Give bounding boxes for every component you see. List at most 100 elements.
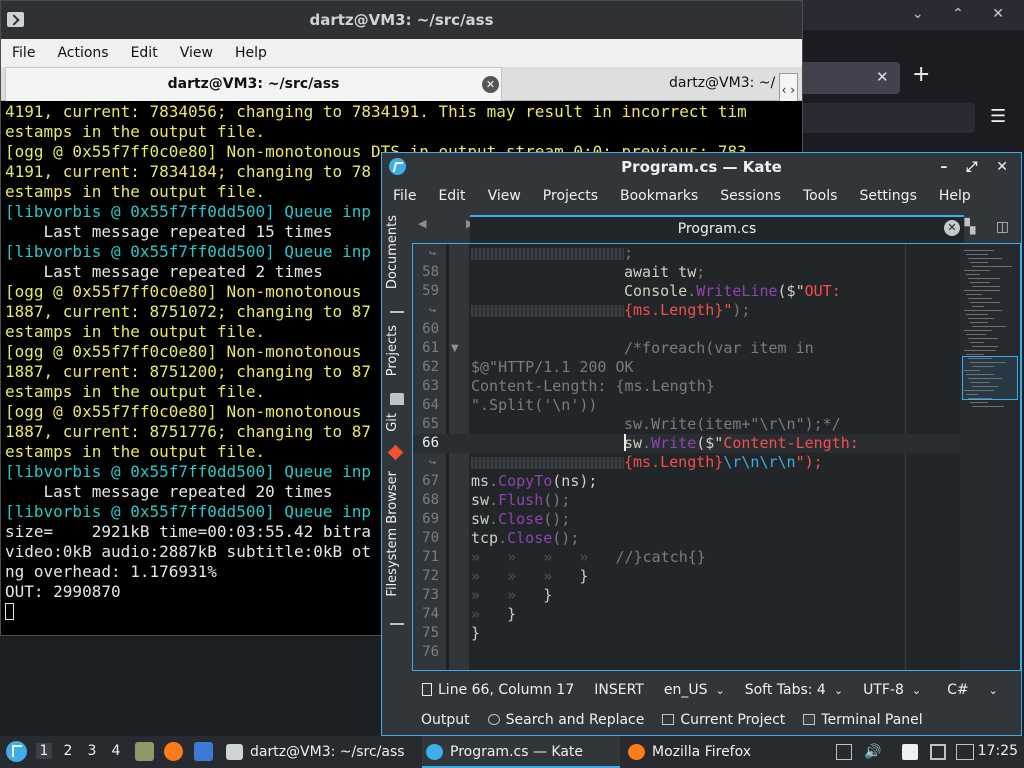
code-token: {ms.Length}"	[624, 301, 733, 319]
minimap-line	[964, 270, 990, 271]
firefox-tab[interactable]: ✕	[800, 62, 900, 94]
terminal-cursor	[5, 603, 14, 620]
code-text: sw.Close();	[471, 510, 570, 529]
file-manager-icon[interactable]	[135, 742, 154, 761]
menu-help[interactable]: Help	[928, 188, 982, 204]
menu-edit[interactable]: Edit	[120, 45, 169, 61]
minimap-line	[968, 338, 998, 339]
workspace-2[interactable]: 2	[60, 743, 76, 759]
toolview-output[interactable]: Output	[412, 712, 479, 728]
kate-title: Program.cs — Kate	[621, 158, 782, 176]
git-icon	[387, 444, 404, 461]
terminal-tabbar: dartz@VM3: ~/src/ass ✕ dartz@VM3: ~/ ‹ ›	[1, 67, 802, 101]
code-token: ms	[471, 472, 490, 490]
close-tab-icon[interactable]: ✕	[944, 220, 960, 236]
firefox-url-bar[interactable]	[800, 103, 975, 133]
kate-statusbar: Line 66, Column 17 INSERT en_US ⌄ Soft Ta…	[412, 675, 1021, 705]
encoding-label: UTF-8	[863, 682, 904, 698]
firefox-window-controls[interactable]: ⌄ ⌃ ✕	[912, 6, 1016, 22]
minimap-line	[966, 394, 978, 395]
task-terminal[interactable]: dartz@VM3: ~/src/ass	[222, 736, 422, 768]
code-token: ();	[543, 491, 571, 509]
menu-sessions[interactable]: Sessions	[709, 188, 792, 204]
network-icon[interactable]	[930, 744, 946, 760]
task-kate[interactable]: Program.cs — Kate	[422, 736, 620, 768]
minimap-line	[970, 362, 1006, 363]
line-number: 60	[422, 321, 439, 337]
tab-scroll-arrows-icon[interactable]: ‹ ›	[778, 73, 798, 101]
line-number: 59	[422, 283, 439, 299]
toolview-search-replace[interactable]: Search and Replace	[479, 712, 654, 728]
code-token: ($"	[777, 282, 805, 300]
sidebar-tab-projects[interactable]: Projects	[385, 325, 400, 376]
cursor-position-label: Line 66, Column 17	[438, 682, 575, 698]
dictionary-selector[interactable]: en_US ⌄	[654, 682, 735, 698]
upload-icon	[390, 301, 404, 313]
menu-bookmarks[interactable]: Bookmarks	[609, 188, 709, 204]
split-view-icons[interactable]: ▚ ◫	[965, 219, 1017, 235]
toolview-current-project[interactable]: Current Project	[653, 712, 794, 728]
terminal-tab-active[interactable]: dartz@VM3: ~/src/ass ✕	[5, 67, 502, 101]
code-token: Content-Length:	[723, 434, 859, 452]
menu-settings[interactable]: Settings	[848, 188, 927, 204]
workspace-3[interactable]: 3	[84, 743, 100, 759]
show-desktop-icon[interactable]	[194, 742, 213, 761]
hamburger-menu-icon[interactable]: ☰	[990, 106, 1006, 127]
indentation-selector[interactable]: Soft Tabs: 4 ⌄	[735, 682, 853, 698]
minimap-line	[972, 286, 1000, 287]
firefox-window: ⌄ ⌃ ✕ ✕ + ☰	[800, 0, 1024, 150]
code-lines[interactable]: ↪; 58 await tw; 59 Console.WriteLine($"OUT: ↪…	[413, 244, 963, 662]
notes-icon[interactable]	[902, 744, 918, 760]
terminal-tab-2[interactable]: dartz@VM3: ~/ ‹ ›	[503, 67, 800, 101]
encoding-selector[interactable]: UTF-8 ⌄	[853, 682, 931, 698]
menu-edit[interactable]: Edit	[427, 188, 476, 204]
menu-projects[interactable]: Projects	[532, 188, 609, 204]
sidebar-tab-documents[interactable]: Documents	[385, 215, 400, 289]
clipboard-icon[interactable]	[836, 744, 852, 760]
syntax-selector[interactable]: C# ⌄	[937, 682, 1008, 698]
workspace-1[interactable]: 1	[36, 743, 52, 759]
code-line: 67 ms.CopyTo(ns);	[413, 472, 963, 491]
cursor-position[interactable]: Line 66, Column 17	[412, 682, 584, 698]
code-line: 71 » » » » //}catch{}	[413, 548, 963, 567]
firefox-titlebar: ⌄ ⌃ ✕	[800, 0, 1024, 30]
menu-actions[interactable]: Actions	[46, 45, 119, 61]
sidebar-tab-filesystem-browser[interactable]: Filesystem Browser	[385, 471, 400, 597]
workspace-4[interactable]: 4	[108, 743, 124, 759]
fold-chevron-icon[interactable]: ▼	[451, 343, 459, 354]
battery-icon[interactable]	[956, 744, 974, 760]
minimap-line	[968, 398, 992, 399]
code-token: ();	[552, 529, 580, 547]
code-editor[interactable]: ↪; 58 await tw; 59 Console.WriteLine($"OUT: ↪…	[412, 243, 1021, 671]
line-number: 76	[422, 644, 439, 660]
code-line: 73 » » }	[413, 586, 963, 605]
chevron-down-icon: ⌄	[833, 684, 844, 697]
new-tab-button[interactable]: +	[912, 62, 930, 87]
menu-tools[interactable]: Tools	[792, 188, 849, 204]
code-token: Console	[624, 282, 688, 300]
input-mode[interactable]: INSERT	[584, 682, 654, 698]
window-controls[interactable]: – ⤢ ✕	[940, 153, 1015, 181]
document-tab-program-cs[interactable]: Program.cs ✕	[470, 215, 964, 243]
minimap-scrollbar[interactable]	[960, 244, 1020, 670]
menu-file[interactable]: File	[382, 188, 427, 204]
menu-view[interactable]: View	[477, 188, 532, 204]
close-tab-icon[interactable]: ✕	[482, 76, 499, 93]
code-text: tcp.Close();	[471, 529, 579, 548]
sidebar-tab-git[interactable]: Git	[385, 413, 400, 432]
task-firefox[interactable]: Mozilla Firefox	[624, 736, 804, 768]
application-launcher-icon[interactable]	[6, 741, 27, 762]
firefox-icon[interactable]	[164, 742, 183, 761]
close-icon[interactable]: ✕	[876, 68, 889, 86]
kate-window: Program.cs — Kate – ⤢ ✕ File Edit View P…	[381, 152, 1022, 736]
volume-icon[interactable]: 🔊	[864, 744, 881, 760]
menu-help[interactable]: Help	[224, 45, 278, 61]
menu-file[interactable]: File	[1, 45, 46, 61]
line-number: 64	[422, 397, 439, 413]
code-text: » » }	[471, 586, 552, 605]
toolview-label: Search and Replace	[505, 712, 645, 728]
dictionary-label: en_US	[663, 682, 708, 698]
menu-view[interactable]: View	[169, 45, 224, 61]
toolview-terminal-panel[interactable]: Terminal Panel	[794, 712, 931, 728]
code-token: sw	[624, 434, 643, 452]
